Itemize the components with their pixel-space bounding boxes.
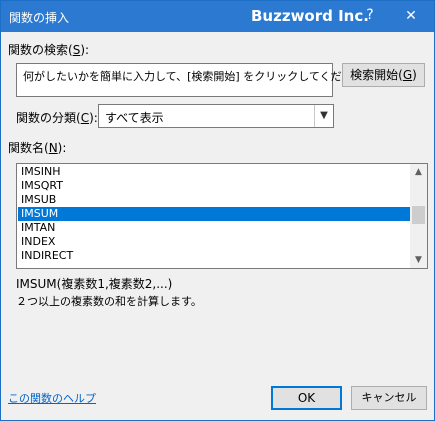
scroll-up-icon[interactable]: ▲: [410, 164, 427, 180]
chevron-down-icon[interactable]: ▼: [314, 105, 333, 127]
brand-name: Buzzword Inc.: [251, 7, 369, 25]
function-syntax: IMSUM(複素数1,複素数2,...): [16, 277, 173, 291]
function-help-link[interactable]: この関数のヘルプ: [8, 390, 96, 406]
list-item[interactable]: IMSQRT: [18, 179, 411, 193]
help-button[interactable]: ?: [362, 7, 378, 23]
ok-button[interactable]: OK: [271, 386, 342, 410]
search-label: 関数の検索(S):: [8, 43, 90, 57]
insert-function-dialog: 関数の挿入 Buzzword Inc. ? ✕ 関数の検索(S): 何がしたいか…: [0, 0, 435, 421]
list-item-selected[interactable]: IMSUM: [18, 207, 411, 221]
scroll-down-icon[interactable]: ▼: [410, 252, 427, 268]
close-button[interactable]: ✕: [399, 6, 423, 26]
dialog-title: 関数の挿入: [9, 11, 70, 25]
list-scrollbar[interactable]: ▲ ▼: [410, 164, 427, 268]
scroll-thumb[interactable]: [412, 206, 425, 224]
list-item[interactable]: INDIRECT: [18, 249, 411, 263]
category-label: 関数の分類(C):: [16, 111, 98, 125]
title-bar[interactable]: 関数の挿入 Buzzword Inc. ? ✕: [1, 1, 434, 32]
list-item[interactable]: IMTAN: [18, 221, 411, 235]
cancel-button[interactable]: キャンセル: [351, 386, 427, 410]
category-selected-value: すべて表示: [105, 111, 164, 125]
search-input[interactable]: 何がしたいかを簡単に入力して、[検索開始] をクリックしてください。: [16, 63, 375, 97]
function-description: ２つ以上の複素数の和を計算します。: [16, 295, 202, 308]
function-name-label: 関数名(N):: [8, 141, 67, 155]
list-item[interactable]: INDEX: [18, 235, 411, 249]
function-listbox[interactable]: IMSINH IMSQRT IMSUB IMSUM IMTAN INDEX IN…: [16, 163, 428, 269]
category-select[interactable]: すべて表示 ▼: [98, 104, 334, 128]
list-item[interactable]: IMSUB: [18, 193, 411, 207]
search-start-button[interactable]: 検索開始(G): [342, 63, 425, 87]
list-item[interactable]: IMSINH: [18, 165, 411, 179]
search-input-text: 何がしたいかを簡単に入力して、[検索開始] をクリックしてください。: [23, 70, 375, 83]
